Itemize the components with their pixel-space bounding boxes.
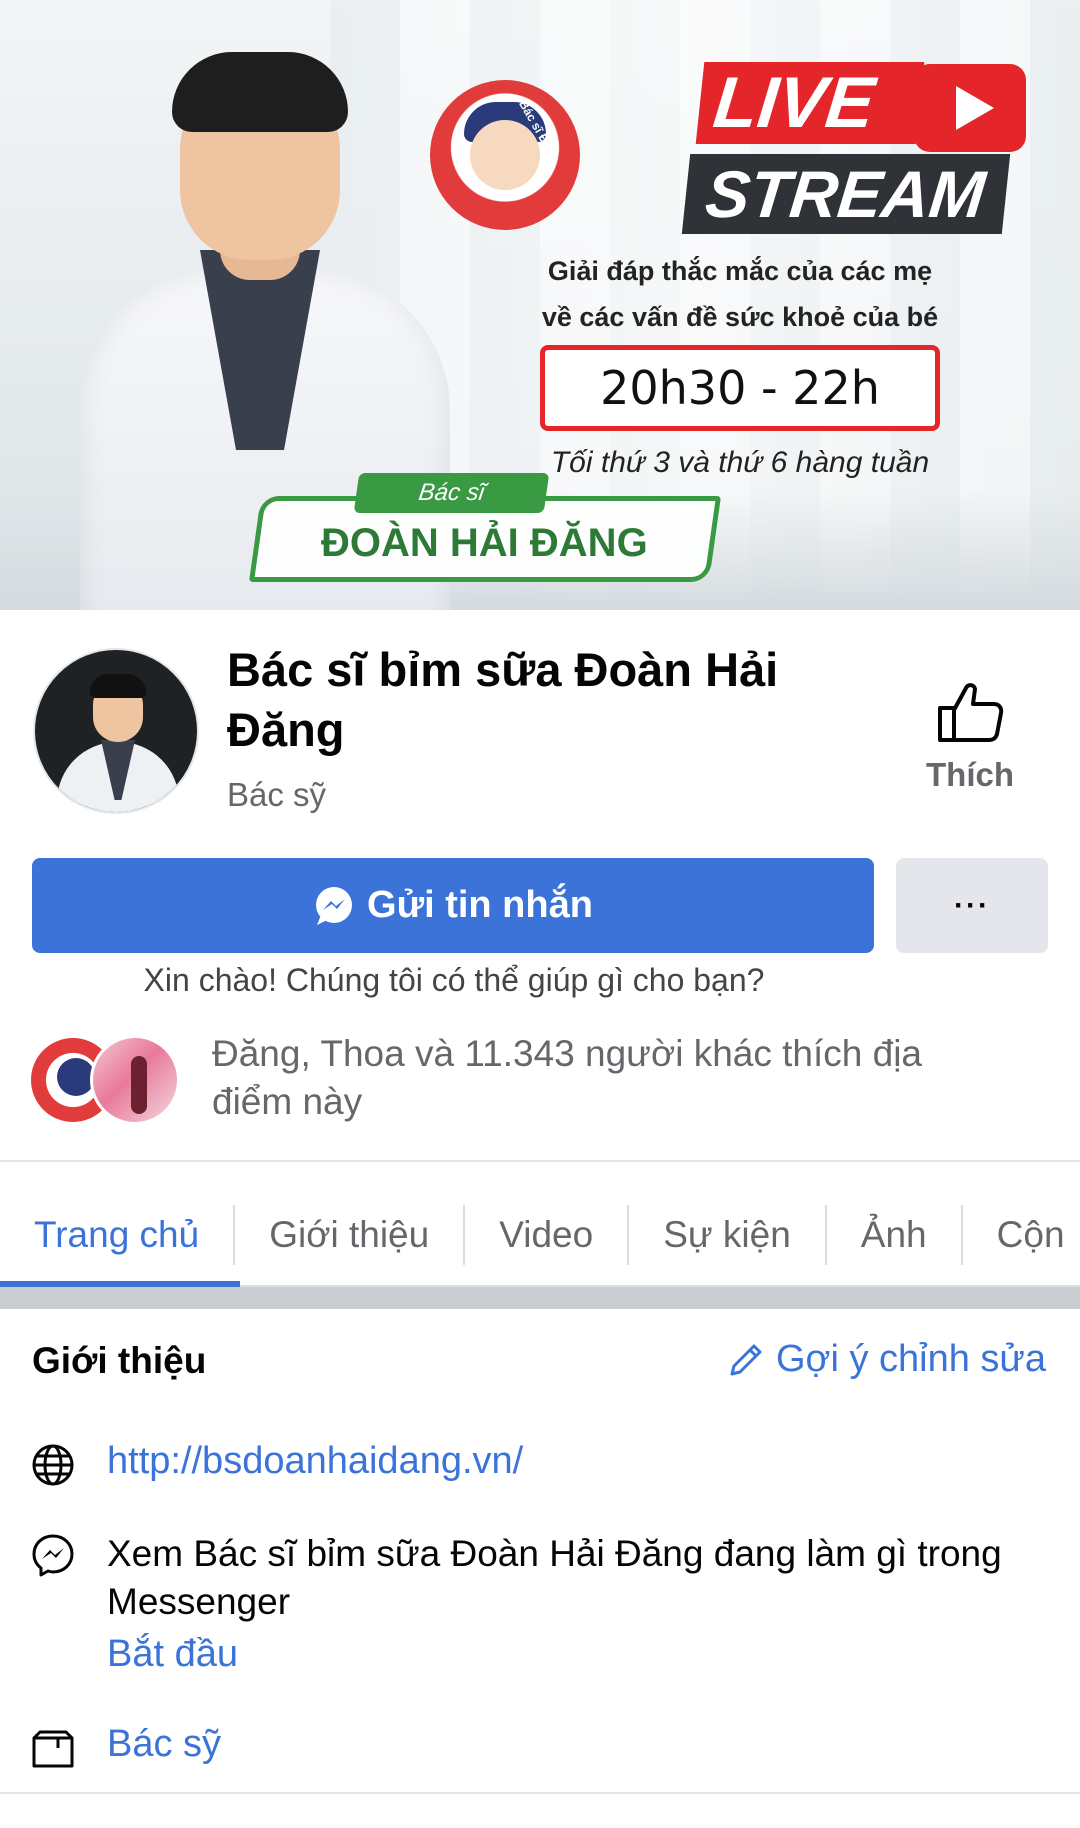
friend-avatar	[90, 1035, 180, 1125]
tab-about[interactable]: Giới thiệu	[235, 1205, 466, 1265]
cover-subtitle: Giải đáp thắc mắc của các mẹ về các vấn …	[470, 248, 1010, 340]
suggest-edit-link[interactable]: Gợi ý chỉnh sửa	[726, 1338, 1046, 1381]
page-category: Bác sỹ	[227, 776, 327, 813]
tab-community[interactable]: Cộn	[963, 1205, 1080, 1265]
doctor-name-badge: Bác sĩ ĐOÀN HẢI ĐĂNG	[248, 473, 722, 582]
friend-avatars	[28, 1035, 186, 1125]
page-tabs: Trang chủ Giới thiệu Video Sự kiện Ảnh C…	[0, 1190, 1080, 1280]
page-title: Bác sĩ bỉm sữa Đoàn Hải Đăng	[227, 643, 779, 756]
like-button[interactable]: Thích	[905, 680, 1035, 810]
cover-photo[interactable]: Bác sĩ Đăng LIVE STREAM Giải đáp thắc mắ…	[0, 0, 1080, 610]
start-messenger-link[interactable]: Bắt đầu	[107, 1633, 238, 1676]
tab-home[interactable]: Trang chủ	[0, 1205, 236, 1265]
avatar-hair	[90, 674, 146, 698]
messenger-icon	[316, 886, 353, 925]
intro-heading: Giới thiệu	[32, 1340, 207, 1381]
messenger-description: Xem Bác sĩ bỉm sữa Đoàn Hải Đăng đang là…	[107, 1533, 1002, 1622]
live-text: LIVE	[695, 62, 925, 144]
section-separator	[0, 1287, 1080, 1309]
messenger-icon	[32, 1534, 74, 1577]
tab-photos[interactable]: Ảnh	[827, 1205, 963, 1265]
mascot-logo: Bác sĩ Đăng	[430, 80, 580, 230]
suggest-edit-label: Gợi ý chỉnh sửa	[775, 1338, 1046, 1380]
cover-subtitle-line2: về các vấn đề sức khoẻ của bé	[541, 302, 939, 332]
badge-title: Bác sĩ	[353, 473, 550, 513]
page-avatar[interactable]	[33, 648, 199, 814]
divider	[0, 1160, 1080, 1162]
play-icon	[914, 64, 1026, 152]
tab-video[interactable]: Video	[465, 1205, 630, 1265]
cover-time-box: 20h30 - 22h	[540, 345, 940, 431]
greeting-text: Xin chào! Chúng tôi có thể giúp gì cho b…	[143, 962, 765, 998]
pencil-icon	[730, 1344, 762, 1375]
likes-summary[interactable]: Đăng, Thoa và 11.343 người khác thích đị…	[212, 1030, 1012, 1126]
cover-days: Tối thứ 3 và thứ 6 hàng tuần	[550, 446, 930, 479]
divider	[0, 1792, 1080, 1794]
category-icon	[32, 1730, 74, 1768]
globe-icon	[32, 1444, 74, 1486]
thumbs-up-icon	[938, 683, 1004, 742]
live-stream-logo: LIVE STREAM	[681, 62, 1026, 234]
stream-text: STREAM	[681, 154, 1011, 234]
send-message-button[interactable]: Gửi tin nhắn	[32, 858, 874, 953]
doctor-hair	[172, 52, 348, 132]
tab-events[interactable]: Sự kiện	[629, 1205, 827, 1265]
mascot-face	[470, 120, 540, 190]
category-link[interactable]: Bác sỹ	[107, 1723, 221, 1766]
more-options-button[interactable]: ···	[896, 858, 1048, 953]
cover-subtitle-line1: Giải đáp thắc mắc của các mẹ	[547, 256, 933, 286]
like-label: Thích	[926, 756, 1014, 793]
send-message-label: Gửi tin nhắn	[367, 884, 593, 926]
website-link[interactable]: http://bsdoanhaidang.vn/	[107, 1440, 523, 1483]
badge-name: ĐOÀN HẢI ĐĂNG	[321, 521, 648, 565]
